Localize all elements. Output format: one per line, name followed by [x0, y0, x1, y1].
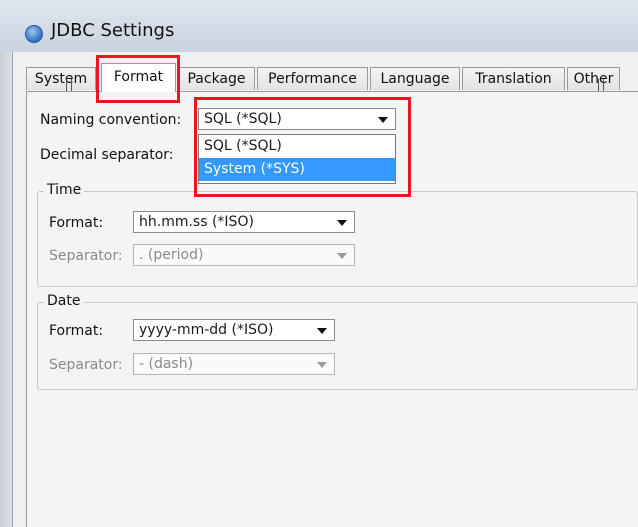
- resize-grip-icon: [598, 79, 604, 91]
- tab-other[interactable]: Other: [567, 67, 620, 90]
- chevron-down-icon: [337, 253, 347, 259]
- window-frame: [0, 52, 12, 527]
- date-format-label: Format:: [49, 323, 104, 339]
- time-format-select[interactable]: hh.mm.ss (*ISO): [133, 211, 355, 233]
- time-separator-label: Separator:: [49, 248, 123, 264]
- date-format-select[interactable]: yyyy-mm-dd (*ISO): [133, 319, 335, 341]
- naming-convention-dropdown-list: SQL (*SQL) System (*SYS): [198, 134, 396, 184]
- resize-grip-icon: [66, 79, 72, 91]
- chevron-down-icon: [337, 220, 347, 226]
- date-separator-select[interactable]: - (dash): [133, 353, 335, 375]
- date-separator-label: Separator:: [49, 357, 123, 373]
- chevron-down-icon: [378, 117, 388, 123]
- time-separator-select[interactable]: . (period): [133, 244, 355, 266]
- date-group-title: Date: [44, 293, 84, 309]
- time-format-label: Format:: [49, 215, 104, 231]
- time-group: [37, 191, 638, 287]
- window-title: JDBC Settings: [51, 20, 175, 41]
- chevron-down-icon: [317, 362, 327, 368]
- decimal-separator-label: Decimal separator:: [40, 147, 174, 163]
- date-group: [37, 302, 638, 390]
- chevron-down-icon: [317, 328, 327, 334]
- naming-convention-select[interactable]: SQL (*SQL): [198, 108, 396, 130]
- time-group-title: Time: [44, 182, 85, 198]
- naming-option-sql[interactable]: SQL (*SQL): [199, 135, 395, 158]
- naming-convention-label: Naming convention:: [40, 112, 182, 128]
- tab-translation[interactable]: Translation: [462, 67, 565, 90]
- app-globe-icon: [25, 25, 43, 43]
- tab-package[interactable]: Package: [178, 67, 255, 90]
- tab-language[interactable]: Language: [370, 67, 460, 90]
- naming-option-system[interactable]: System (*SYS): [199, 158, 395, 181]
- tab-format[interactable]: Format: [101, 63, 176, 92]
- tab-system[interactable]: System: [26, 67, 96, 90]
- tab-performance[interactable]: Performance: [257, 67, 368, 90]
